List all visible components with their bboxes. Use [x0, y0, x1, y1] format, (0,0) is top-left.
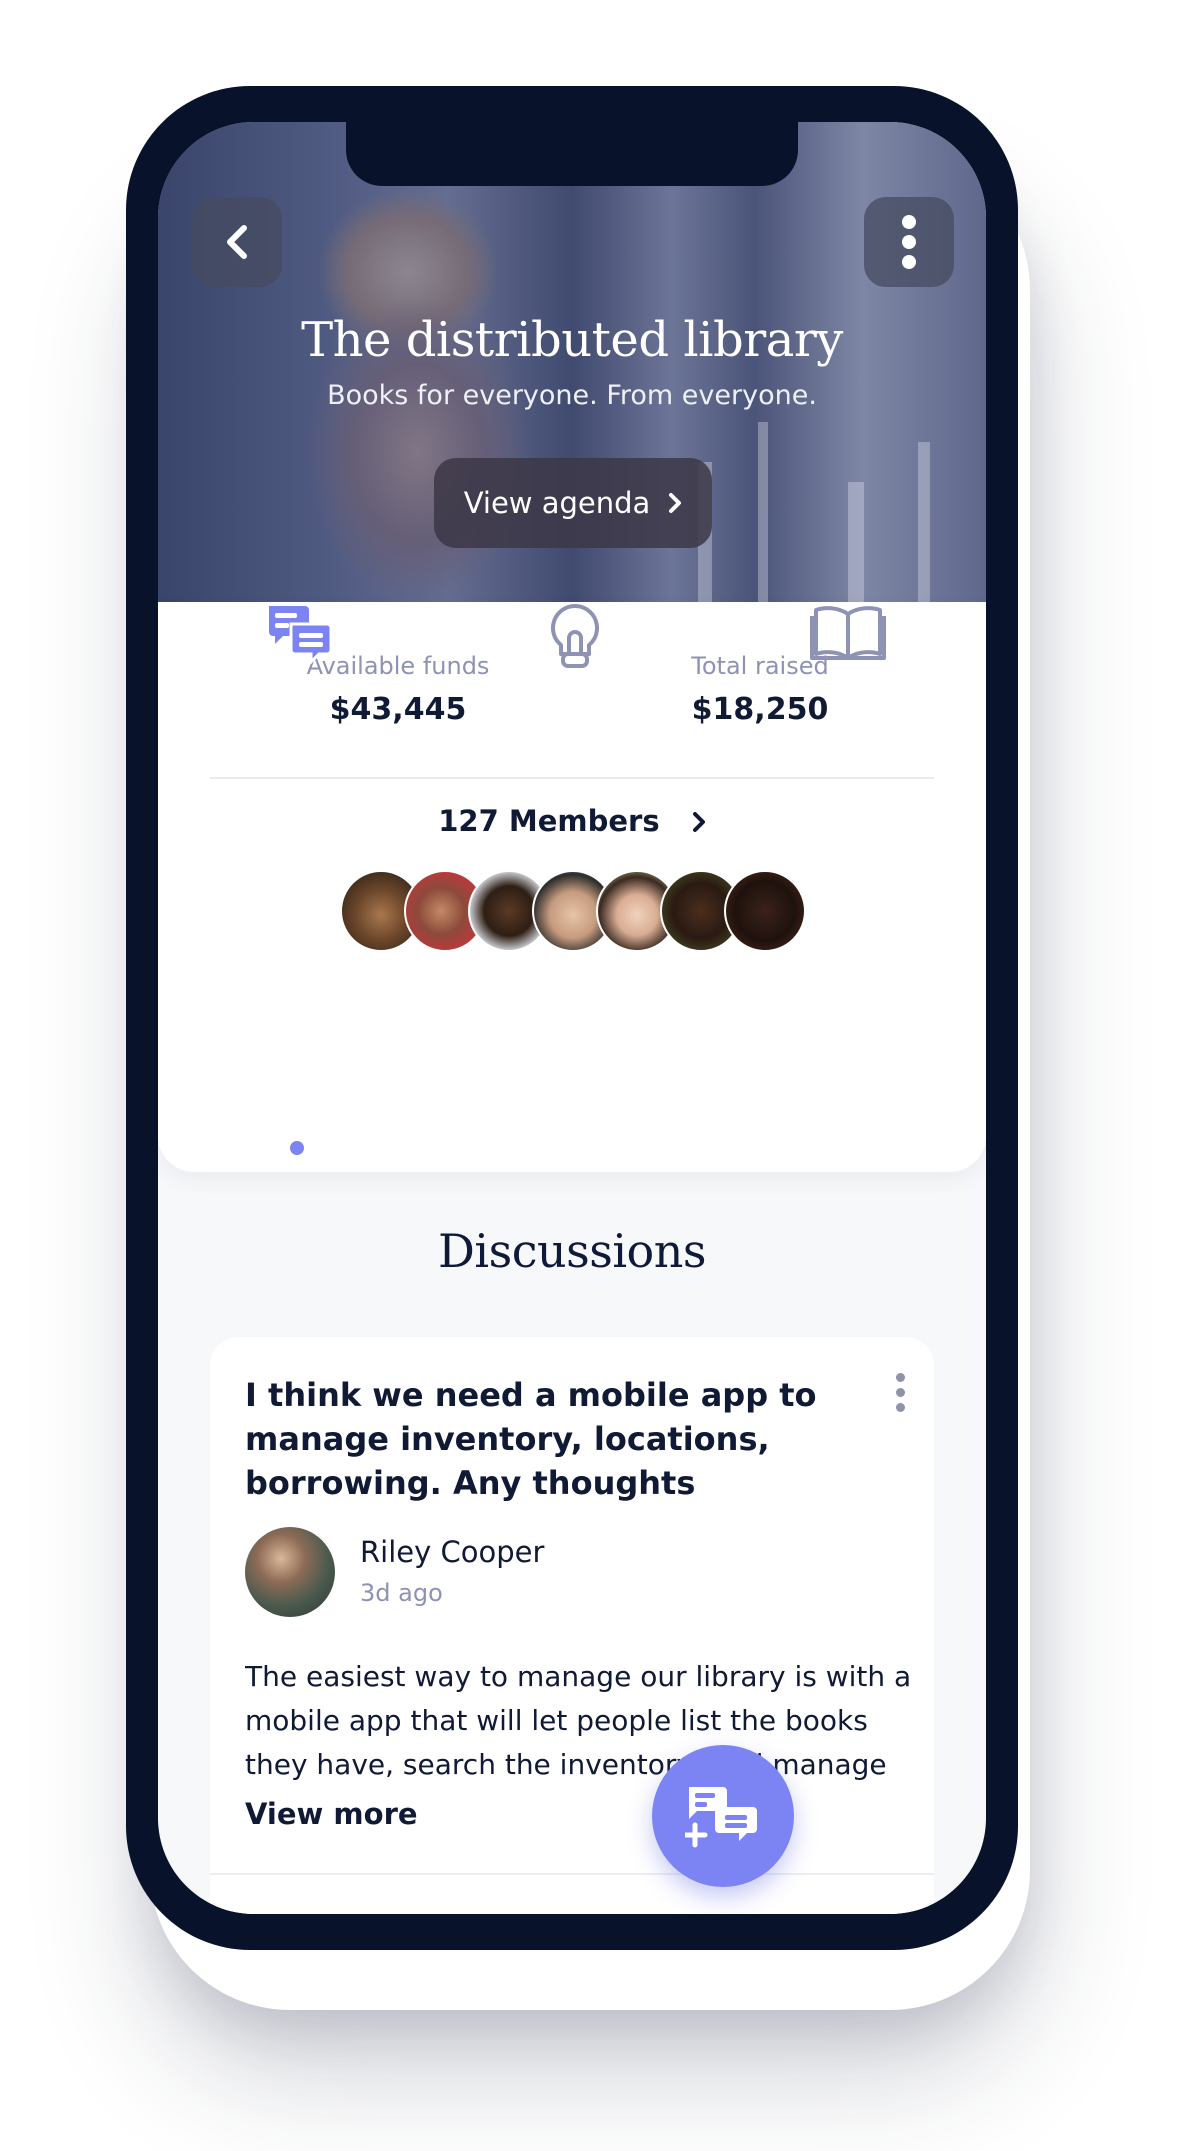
kebab-dot — [896, 1388, 905, 1397]
post-timestamp: 3d ago — [360, 1579, 443, 1607]
author-avatar[interactable] — [245, 1527, 335, 1617]
kebab-dot — [896, 1373, 905, 1382]
chat-icon — [269, 606, 333, 664]
stats-divider — [210, 777, 934, 779]
author-name[interactable]: Riley Cooper — [360, 1535, 544, 1569]
post-title[interactable]: I think we need a mobile app to manage i… — [245, 1373, 845, 1505]
phone-frame: The distributed library Books for everyo… — [126, 86, 1018, 1950]
post-body: The easiest way to manage our library is… — [245, 1660, 912, 1781]
back-button[interactable] — [192, 197, 282, 287]
members-label: 127 Members — [438, 804, 660, 838]
app-screen: The distributed library Books for everyo… — [158, 122, 986, 1914]
discussions-heading: Discussions — [438, 1224, 706, 1278]
members-link[interactable]: 127 Members — [158, 804, 986, 838]
page-subtitle: Books for everyone. From everyone. — [327, 380, 817, 411]
book-icon — [810, 606, 886, 660]
page-title: The distributed library — [301, 312, 843, 368]
view-agenda-button[interactable]: View agenda — [434, 458, 712, 548]
hero-banner: The distributed library Books for everyo… — [158, 122, 986, 602]
hero-decor — [918, 442, 930, 602]
member-avatars[interactable] — [340, 870, 810, 952]
new-discussion-button[interactable] — [652, 1745, 794, 1887]
post-divider — [210, 1873, 934, 1875]
active-tab-indicator — [290, 1141, 304, 1155]
available-funds-value: $43,445 — [329, 692, 467, 727]
view-agenda-label: View agenda — [463, 486, 651, 520]
hero-decor — [758, 422, 768, 602]
hero-decor — [848, 482, 864, 602]
tab-ideas[interactable] — [530, 602, 620, 672]
avatar[interactable] — [724, 870, 806, 952]
chevron-right-icon — [669, 493, 682, 513]
post-options-button[interactable] — [896, 1373, 906, 1412]
kebab-menu-icon — [902, 215, 916, 269]
more-options-button[interactable] — [864, 197, 954, 287]
view-more-link[interactable]: View more — [245, 1797, 418, 1831]
discussion-post[interactable]: I think we need a mobile app to manage i… — [210, 1337, 934, 1914]
total-raised-value: $18,250 — [691, 692, 829, 727]
chevron-right-icon — [692, 812, 705, 832]
chevron-left-icon — [227, 225, 247, 259]
device-notch — [346, 122, 798, 186]
lightbulb-icon — [550, 603, 600, 668]
add-discussion-icon — [685, 1787, 757, 1848]
tab-library[interactable] — [803, 602, 893, 672]
tab-discussions[interactable] — [255, 602, 345, 672]
kebab-dot — [896, 1403, 905, 1412]
group-summary-card: Available funds $43,445 Total raised $18… — [158, 602, 986, 1172]
